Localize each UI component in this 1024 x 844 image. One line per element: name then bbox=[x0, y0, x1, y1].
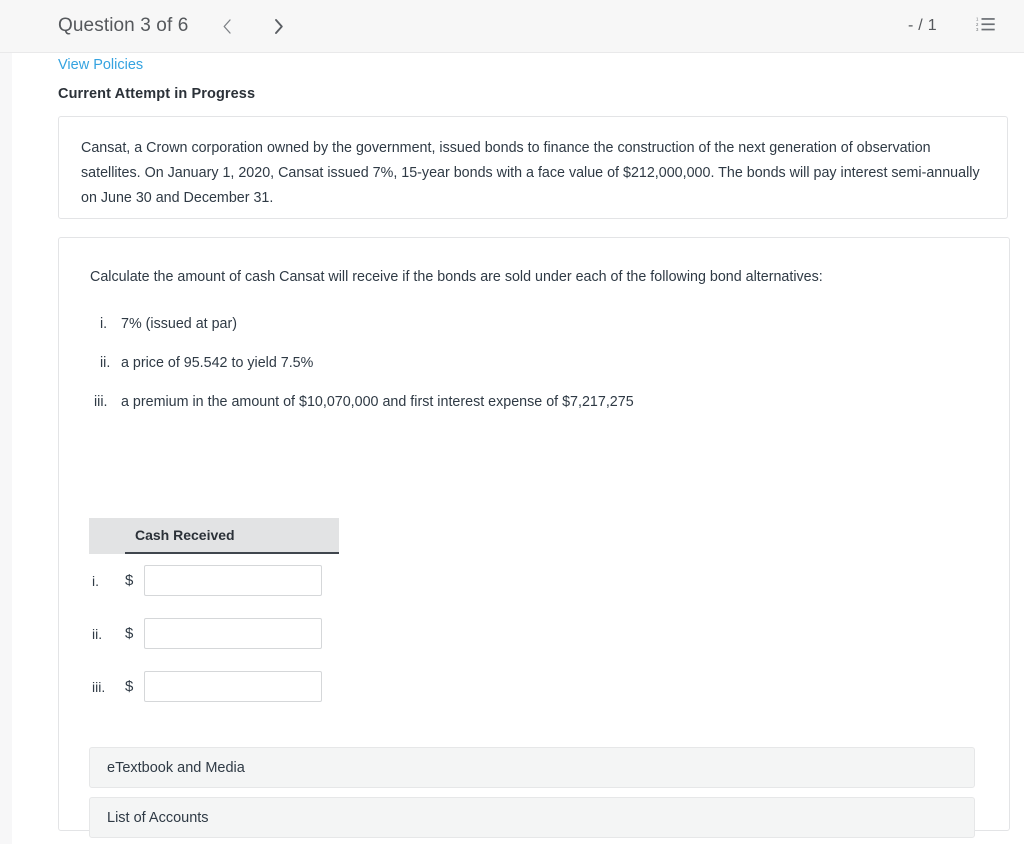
chevron-left-icon bbox=[221, 18, 234, 35]
currency-symbol: $ bbox=[125, 572, 134, 589]
question-toolbar: Question 3 of 6 - / 1 1 2 3 bbox=[0, 0, 1024, 53]
etextbook-and-media-label: eTextbook and Media bbox=[107, 759, 245, 776]
next-question-button[interactable] bbox=[261, 9, 295, 43]
page-title: Question 3 of 6 bbox=[58, 15, 189, 36]
question-prompt: Calculate the amount of cash Cansat will… bbox=[90, 269, 823, 285]
table-row: ii. $ bbox=[89, 607, 339, 660]
scenario-text: Cansat, a Crown corporation owned by the… bbox=[81, 140, 980, 206]
alternative-number: ii. bbox=[100, 355, 111, 371]
score-display: - / 1 bbox=[907, 17, 937, 34]
question-list-button[interactable]: 1 2 3 bbox=[968, 11, 1002, 41]
table-header-spacer bbox=[89, 518, 125, 554]
svg-text:1: 1 bbox=[976, 16, 979, 21]
svg-text:2: 2 bbox=[976, 21, 979, 26]
page-left-gutter bbox=[0, 53, 12, 844]
attempt-status-label: Current Attempt in Progress bbox=[58, 86, 256, 102]
list-item: iii. a premium in the amount of $10,070,… bbox=[89, 392, 889, 412]
scenario-card: Cansat, a Crown corporation owned by the… bbox=[58, 116, 1008, 219]
previous-question-button[interactable] bbox=[210, 9, 244, 43]
question-card: Calculate the amount of cash Cansat will… bbox=[58, 237, 1010, 838]
cash-received-table: Cash Received i. $ ii. $ iii. $ bbox=[89, 518, 339, 713]
table-row: i. $ bbox=[89, 554, 339, 607]
cash-received-input-iii[interactable] bbox=[144, 671, 322, 702]
alternative-text: 7% (issued at par) bbox=[121, 316, 238, 332]
alternative-number: iii. bbox=[94, 394, 108, 410]
question-navigation bbox=[210, 9, 295, 43]
numbered-list-icon: 1 2 3 bbox=[976, 16, 995, 37]
cash-received-input-ii[interactable] bbox=[144, 618, 322, 649]
table-row: iii. $ bbox=[89, 660, 339, 713]
row-number: iii. bbox=[92, 678, 106, 695]
question-page: View Policies Current Attempt in Progres… bbox=[12, 53, 1024, 844]
currency-symbol: $ bbox=[125, 678, 134, 695]
currency-symbol: $ bbox=[125, 625, 134, 642]
etextbook-and-media-button[interactable]: eTextbook and Media bbox=[89, 747, 975, 788]
row-number: ii. bbox=[92, 625, 103, 642]
list-item: i. 7% (issued at par) bbox=[89, 314, 889, 334]
view-policies-link[interactable]: View Policies bbox=[58, 57, 143, 73]
alternative-text: a price of 95.542 to yield 7.5% bbox=[121, 355, 314, 371]
column-header-cash-received: Cash Received bbox=[125, 518, 339, 554]
list-of-accounts-label: List of Accounts bbox=[107, 809, 209, 826]
toolbar-right-group: - / 1 1 2 3 bbox=[908, 11, 1002, 41]
alternative-text: a premium in the amount of $10,070,000 a… bbox=[121, 394, 634, 410]
list-of-accounts-button[interactable]: List of Accounts bbox=[89, 797, 975, 838]
alternative-number: i. bbox=[100, 316, 108, 332]
list-item: ii. a price of 95.542 to yield 7.5% bbox=[89, 353, 889, 373]
table-header-row: Cash Received bbox=[89, 518, 339, 554]
chevron-right-icon bbox=[272, 18, 285, 35]
svg-text:3: 3 bbox=[976, 27, 979, 32]
cash-received-input-i[interactable] bbox=[144, 565, 322, 596]
row-number: i. bbox=[92, 572, 99, 589]
alternatives-list: i. 7% (issued at par) ii. a price of 95.… bbox=[89, 314, 889, 431]
